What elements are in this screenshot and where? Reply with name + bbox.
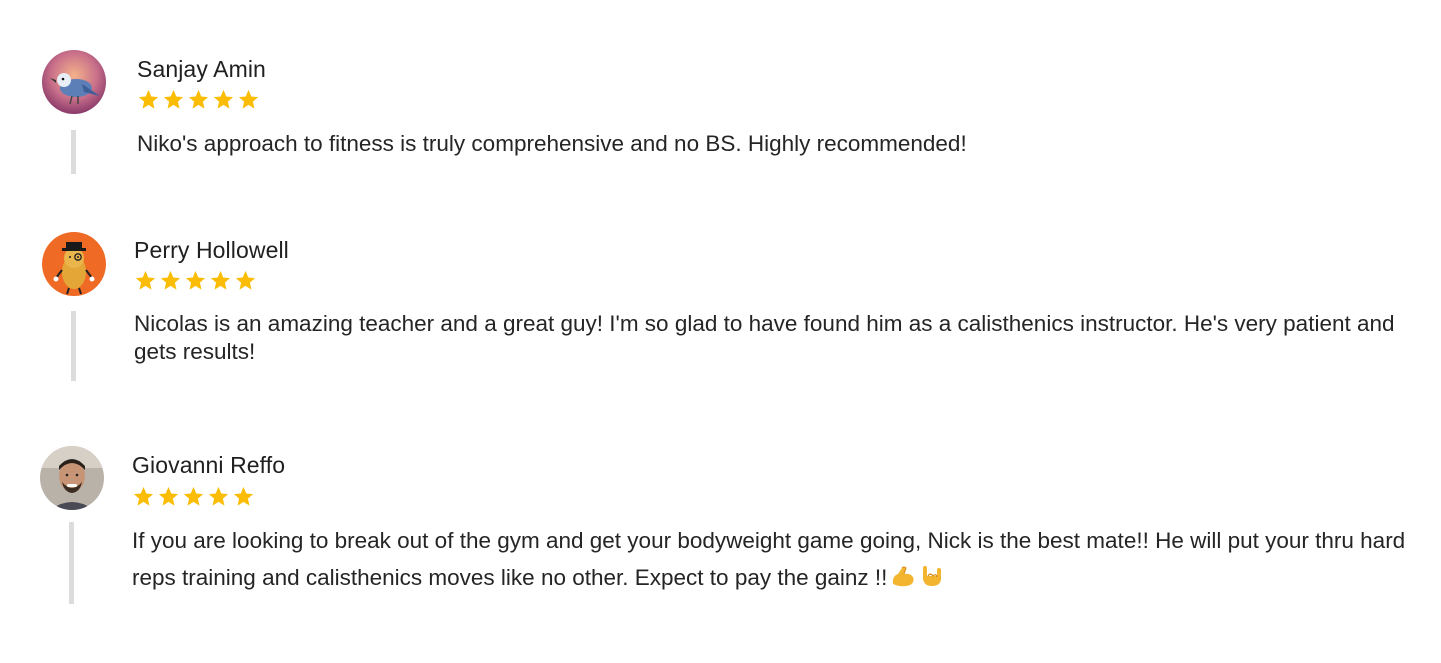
peanut-mascot-avatar-icon[interactable] [42, 232, 106, 296]
star-rating [132, 485, 255, 508]
star-icon [235, 270, 256, 290]
star-icon [160, 270, 181, 290]
sign-of-the-horns-emoji [919, 562, 945, 599]
star-icon [163, 89, 184, 109]
review-text: If you are looking to break out of the g… [132, 522, 1422, 599]
star-icon [210, 270, 231, 290]
star-icon [213, 89, 234, 109]
review-divider [71, 130, 76, 174]
star-rating [137, 88, 260, 111]
star-icon [208, 486, 229, 506]
star-icon [233, 486, 254, 506]
star-icon [183, 486, 204, 506]
review-divider [69, 522, 74, 604]
reviewer-name[interactable]: Sanjay Amin [137, 56, 266, 83]
review-text-body: If you are looking to break out of the g… [132, 528, 1406, 590]
star-icon [135, 270, 156, 290]
reviewer-name[interactable]: Giovanni Reffo [132, 452, 285, 479]
review-divider [71, 311, 76, 381]
star-icon [133, 486, 154, 506]
star-icon [188, 89, 209, 109]
star-icon [238, 89, 259, 109]
bird-avatar-icon[interactable] [42, 50, 106, 114]
reviewer-name[interactable]: Perry Hollowell [134, 237, 289, 264]
review-text: Nicolas is an amazing teacher and a grea… [134, 311, 1395, 364]
star-icon [158, 486, 179, 506]
star-rating [134, 269, 257, 292]
review-text: Niko's approach to fitness is truly comp… [137, 131, 967, 156]
star-icon [138, 89, 159, 109]
flexed-biceps-emoji [890, 562, 916, 599]
star-icon [185, 270, 206, 290]
person-photo-avatar-icon[interactable] [40, 446, 104, 510]
